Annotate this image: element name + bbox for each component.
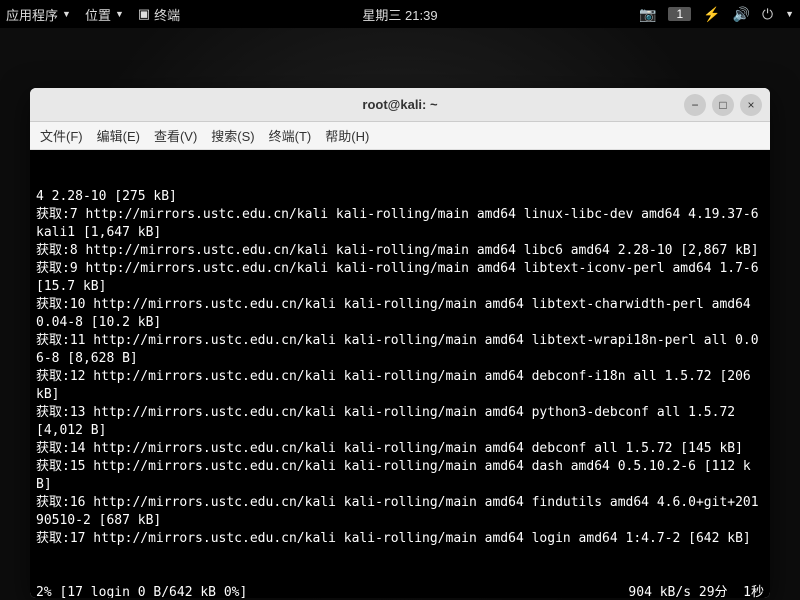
workspace-indicator[interactable]: 1 bbox=[668, 7, 691, 21]
terminal-output[interactable]: 4 2.28-10 [275 kB]获取:7 http://mirrors.us… bbox=[30, 150, 770, 598]
apt-progress-right: 904 kB/s 29分 1秒 bbox=[628, 584, 764, 598]
terminal-line: 获取:10 http://mirrors.ustc.edu.cn/kali ka… bbox=[36, 296, 764, 332]
terminal-line: 获取:8 http://mirrors.ustc.edu.cn/kali kal… bbox=[36, 242, 764, 260]
maximize-button[interactable]: □ bbox=[712, 94, 734, 116]
terminal-line: 获取:16 http://mirrors.ustc.edu.cn/kali ka… bbox=[36, 494, 764, 530]
terminal-icon: ▣ bbox=[138, 6, 150, 22]
terminal-launcher[interactable]: ▣ 终端 bbox=[138, 5, 180, 24]
network-icon[interactable]: ⚡ bbox=[703, 6, 720, 23]
menu-terminal[interactable]: 终端(T) bbox=[269, 126, 312, 145]
close-button[interactable]: × bbox=[740, 94, 762, 116]
menu-help[interactable]: 帮助(H) bbox=[325, 126, 369, 145]
desktop: root@kali: ~ − □ × 文件(F) 编辑(E) 查看(V) 搜索(… bbox=[0, 28, 800, 600]
terminal-line: 获取:11 http://mirrors.ustc.edu.cn/kali ka… bbox=[36, 332, 764, 368]
menu-view[interactable]: 查看(V) bbox=[154, 126, 197, 145]
window-title: root@kali: ~ bbox=[362, 97, 437, 112]
terminal-line: 获取:14 http://mirrors.ustc.edu.cn/kali ka… bbox=[36, 440, 764, 458]
terminal-line: 获取:15 http://mirrors.ustc.edu.cn/kali ka… bbox=[36, 458, 764, 494]
terminal-line: 获取:7 http://mirrors.ustc.edu.cn/kali kal… bbox=[36, 206, 764, 242]
gnome-topbar: 应用程序 ▼ 位置 ▼ ▣ 终端 星期三 21:39 📷 1 ⚡ 🔊 ⏻ ▼ bbox=[0, 0, 800, 28]
menu-edit[interactable]: 编辑(E) bbox=[97, 126, 140, 145]
volume-icon[interactable]: 🔊 bbox=[733, 6, 750, 23]
terminal-line: 获取:12 http://mirrors.ustc.edu.cn/kali ka… bbox=[36, 368, 764, 404]
terminal-line: 4 2.28-10 [275 kB] bbox=[36, 188, 764, 206]
apt-progress-left: 2% [17 login 0 B/642 kB 0%] bbox=[36, 584, 247, 598]
camera-icon[interactable]: 📷 bbox=[639, 6, 656, 23]
power-icon[interactable]: ⏻ bbox=[762, 6, 773, 23]
clock-text: 星期三 21:39 bbox=[362, 8, 437, 23]
menu-file[interactable]: 文件(F) bbox=[40, 126, 83, 145]
chevron-down-icon[interactable]: ▼ bbox=[785, 9, 794, 19]
terminal-line: 获取:13 http://mirrors.ustc.edu.cn/kali ka… bbox=[36, 404, 764, 440]
terminal-window: root@kali: ~ − □ × 文件(F) 编辑(E) 查看(V) 搜索(… bbox=[30, 88, 770, 598]
terminal-menubar: 文件(F) 编辑(E) 查看(V) 搜索(S) 终端(T) 帮助(H) bbox=[30, 122, 770, 150]
minimize-button[interactable]: − bbox=[684, 94, 706, 116]
window-titlebar[interactable]: root@kali: ~ − □ × bbox=[30, 88, 770, 122]
places-menu[interactable]: 位置 ▼ bbox=[85, 5, 124, 24]
chevron-down-icon: ▼ bbox=[115, 9, 124, 19]
apps-label: 应用程序 bbox=[6, 5, 58, 24]
clock[interactable]: 星期三 21:39 bbox=[362, 5, 437, 24]
terminal-line: 获取:9 http://mirrors.ustc.edu.cn/kali kal… bbox=[36, 260, 764, 296]
terminal-launcher-label: 终端 bbox=[154, 5, 180, 24]
terminal-line: 获取:17 http://mirrors.ustc.edu.cn/kali ka… bbox=[36, 530, 764, 548]
chevron-down-icon: ▼ bbox=[62, 9, 71, 19]
applications-menu[interactable]: 应用程序 ▼ bbox=[6, 5, 71, 24]
menu-search[interactable]: 搜索(S) bbox=[211, 126, 254, 145]
places-label: 位置 bbox=[85, 5, 111, 24]
